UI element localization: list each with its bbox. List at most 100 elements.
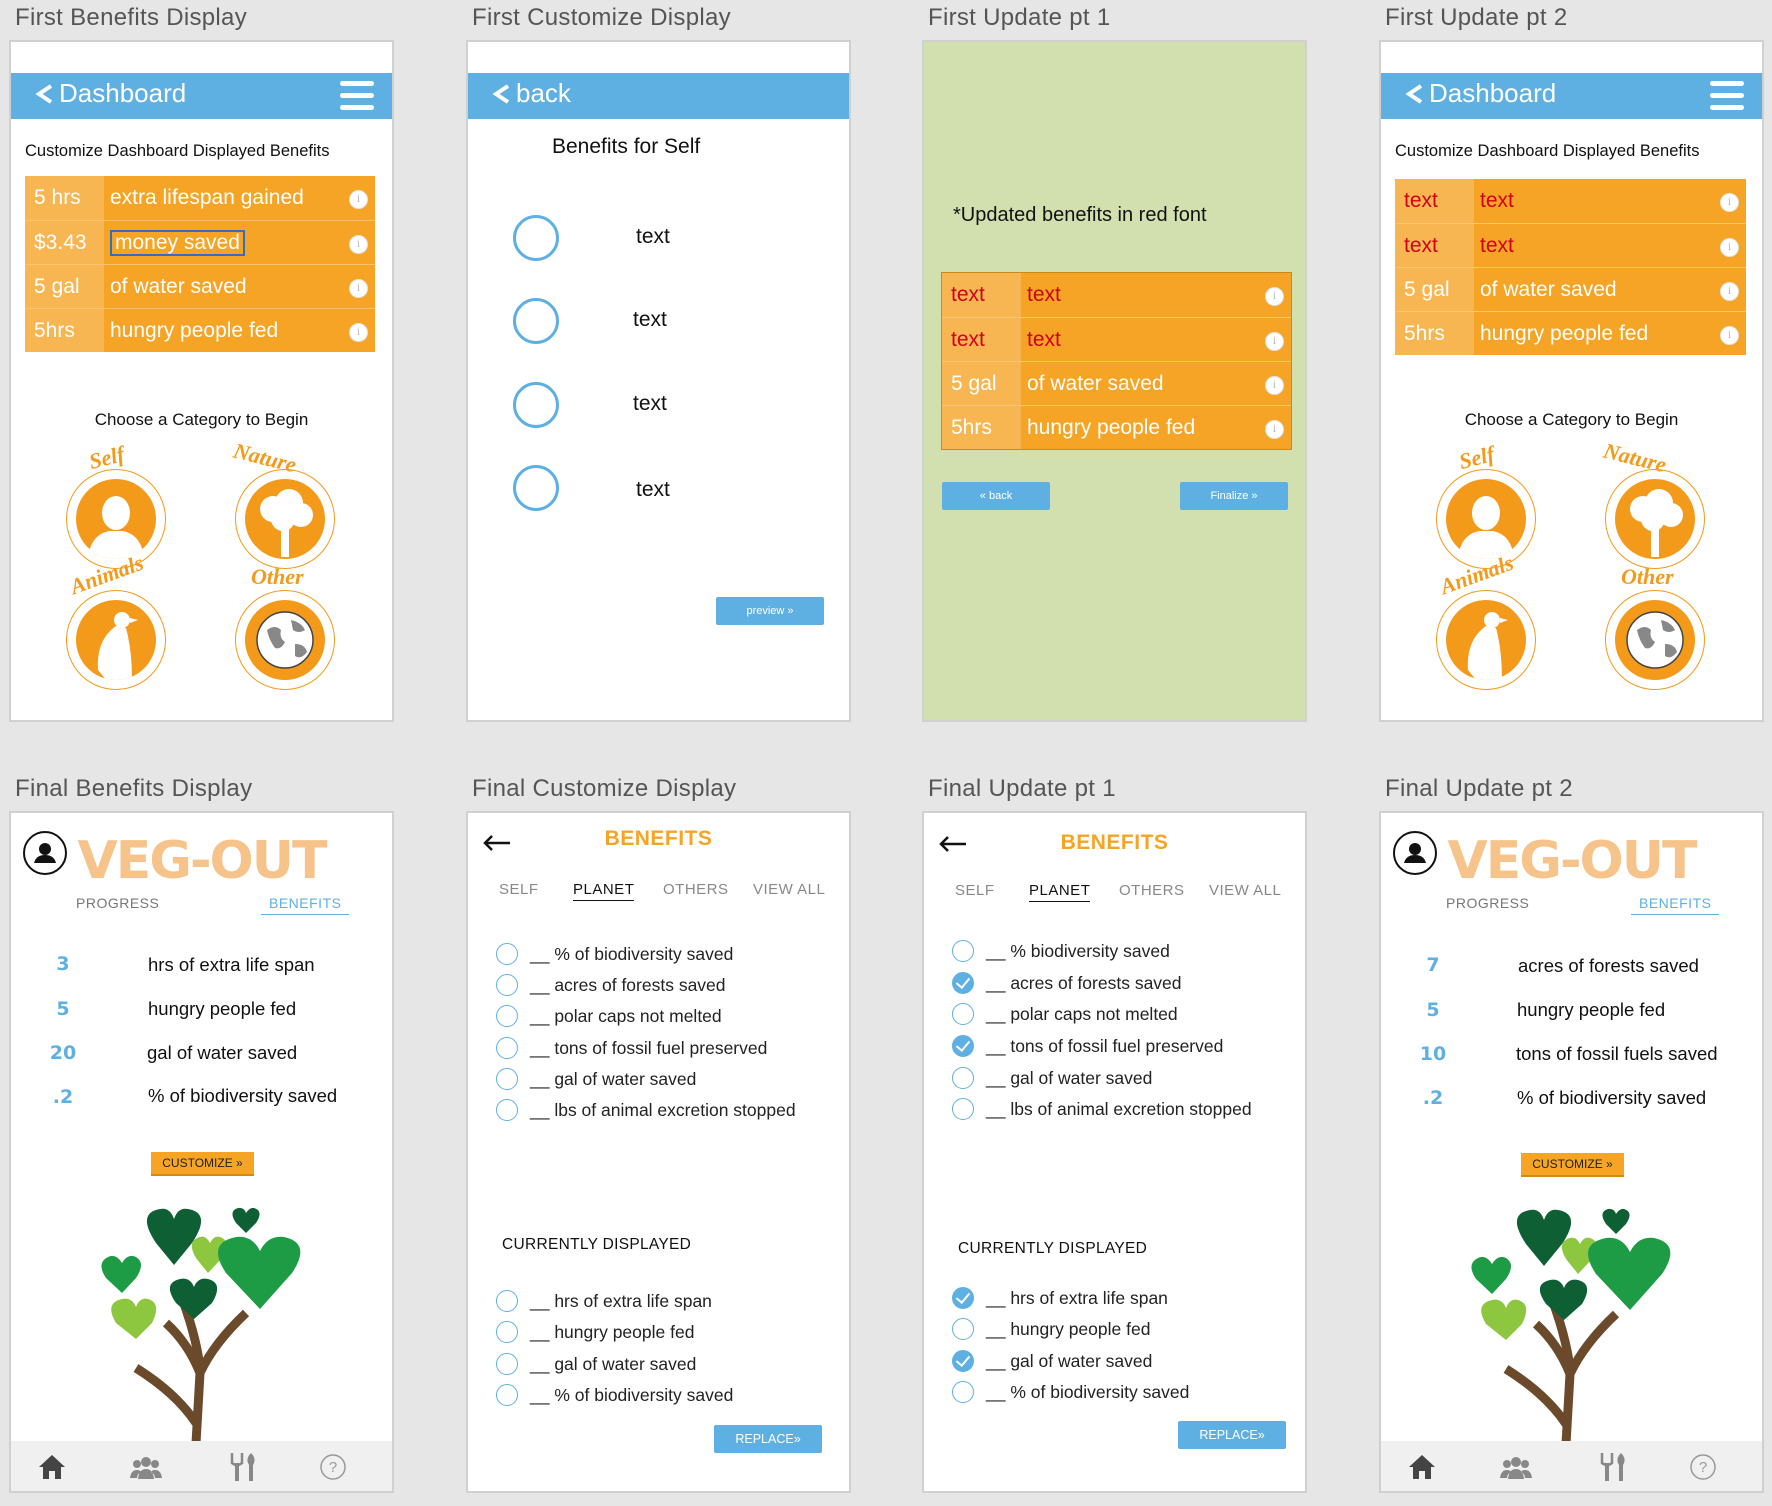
info-icon[interactable]: i	[1265, 287, 1284, 306]
option-row[interactable]: __ polar caps not melted	[952, 1001, 1178, 1027]
option-checkbox[interactable]	[496, 1099, 518, 1121]
benefit-row[interactable]: text text i	[942, 273, 1291, 317]
option-checkbox[interactable]	[496, 943, 518, 965]
option-checkbox[interactable]	[496, 1068, 518, 1090]
current-row[interactable]: __ hungry people fed	[952, 1316, 1150, 1342]
info-icon[interactable]: i	[349, 190, 368, 209]
option-checkbox[interactable]	[952, 1003, 974, 1025]
option-checkbox-checked[interactable]	[952, 1035, 974, 1057]
option-row[interactable]: __ % biodiversity saved	[952, 938, 1170, 964]
option-row[interactable]: __ acres of forests saved	[952, 970, 1182, 996]
help-icon[interactable]: ?	[1686, 1451, 1720, 1483]
option-row[interactable]: __ acres of forests saved	[496, 972, 726, 998]
benefit-row[interactable]: $3.43 money saved i	[25, 220, 375, 264]
option-radio[interactable]	[513, 465, 559, 511]
replace-button[interactable]: REPLACE»	[1178, 1421, 1286, 1449]
current-checkbox-checked[interactable]	[952, 1350, 974, 1372]
benefit-row[interactable]: 5 gal of water saved i	[25, 264, 375, 308]
benefit-row[interactable]: 5hrs hungry people fed i	[25, 308, 375, 352]
tab-view-all[interactable]: VIEW ALL	[1209, 882, 1281, 899]
option-radio[interactable]	[513, 298, 559, 344]
current-row[interactable]: __ % of biodiversity saved	[496, 1382, 733, 1408]
preview-button[interactable]: preview »	[716, 597, 824, 625]
current-row[interactable]: __ gal of water saved	[952, 1348, 1152, 1374]
benefit-row[interactable]: text text i	[1395, 223, 1746, 267]
back-button[interactable]: « back	[942, 482, 1050, 510]
back-chevron-icon[interactable]	[35, 83, 53, 105]
back-link[interactable]: back	[516, 78, 571, 109]
benefit-row[interactable]: 5 hrs extra lifespan gained i	[25, 176, 375, 220]
option-row[interactable]: __ gal of water saved	[496, 1066, 696, 1092]
tab-self[interactable]: SELF	[499, 881, 539, 898]
option-checkbox[interactable]	[496, 1037, 518, 1059]
option-row[interactable]: __ lbs of animal excretion stopped	[496, 1097, 796, 1123]
food-icon[interactable]	[227, 1451, 261, 1483]
option-row[interactable]: __ tons of fossil fuel preserved	[496, 1035, 767, 1061]
tab-progress[interactable]: PROGRESS	[76, 895, 159, 911]
hamburger-menu-icon[interactable]	[1710, 81, 1744, 111]
option-row[interactable]: __ lbs of animal excretion stopped	[952, 1096, 1252, 1122]
option-checkbox[interactable]	[952, 1098, 974, 1120]
dashboard-link[interactable]: Dashboard	[59, 78, 186, 109]
benefit-row[interactable]: 5 gal of water saved i	[1395, 267, 1746, 311]
info-icon[interactable]: i	[349, 235, 368, 254]
info-icon[interactable]: i	[1720, 326, 1739, 345]
finalize-button[interactable]: Finalize »	[1180, 482, 1288, 510]
current-row[interactable]: __ hrs of extra life span	[952, 1285, 1168, 1311]
option-row[interactable]: __ gal of water saved	[952, 1065, 1152, 1091]
current-row[interactable]: __ gal of water saved	[496, 1351, 696, 1377]
hamburger-menu-icon[interactable]	[340, 81, 374, 111]
current-row[interactable]: __ hungry people fed	[496, 1319, 694, 1345]
option-checkbox[interactable]	[496, 1005, 518, 1027]
home-icon[interactable]	[35, 1451, 69, 1483]
info-icon[interactable]: i	[349, 279, 368, 298]
current-checkbox[interactable]	[496, 1384, 518, 1406]
category-nature-button[interactable]	[235, 469, 335, 569]
info-icon[interactable]: i	[1720, 193, 1739, 212]
benefit-row[interactable]: 5 gal of water saved i	[942, 361, 1291, 405]
benefit-row[interactable]: 5hrs hungry people fed i	[1395, 311, 1746, 355]
tab-progress[interactable]: PROGRESS	[1446, 895, 1529, 911]
benefit-row[interactable]: text text i	[1395, 179, 1746, 223]
option-radio[interactable]	[513, 215, 559, 261]
tab-planet[interactable]: PLANET	[573, 881, 635, 901]
option-checkbox[interactable]	[496, 974, 518, 996]
tab-benefits[interactable]: BENEFITS	[1631, 895, 1720, 915]
community-icon[interactable]	[1499, 1451, 1533, 1483]
current-checkbox[interactable]	[496, 1321, 518, 1343]
current-checkbox[interactable]	[952, 1318, 974, 1340]
current-row[interactable]: __ hrs of extra life span	[496, 1288, 712, 1314]
info-icon[interactable]: i	[1265, 420, 1284, 439]
category-animals-button[interactable]	[1436, 590, 1536, 690]
option-checkbox[interactable]	[952, 940, 974, 962]
customize-button[interactable]: CUSTOMIZE »	[1521, 1153, 1624, 1177]
info-icon[interactable]: i	[1720, 282, 1739, 301]
option-row[interactable]: __ polar caps not melted	[496, 1003, 722, 1029]
customize-button[interactable]: CUSTOMIZE »	[151, 1152, 254, 1176]
back-chevron-icon[interactable]	[1405, 83, 1423, 105]
current-checkbox[interactable]	[496, 1290, 518, 1312]
category-self-button[interactable]	[66, 469, 166, 569]
tab-planet[interactable]: PLANET	[1029, 882, 1091, 902]
replace-button[interactable]: REPLACE»	[714, 1425, 822, 1453]
current-checkbox[interactable]	[952, 1381, 974, 1403]
info-icon[interactable]: i	[1720, 238, 1739, 257]
benefit-row[interactable]: text text i	[942, 317, 1291, 361]
current-checkbox-checked[interactable]	[952, 1287, 974, 1309]
home-icon[interactable]	[1405, 1451, 1439, 1483]
tab-view-all[interactable]: VIEW ALL	[753, 881, 825, 898]
tab-self[interactable]: SELF	[955, 882, 995, 899]
option-row[interactable]: __ tons of fossil fuel preserved	[952, 1033, 1223, 1059]
option-checkbox[interactable]	[952, 1067, 974, 1089]
tab-others[interactable]: OTHERS	[663, 881, 729, 898]
community-icon[interactable]	[129, 1451, 163, 1483]
benefit-row[interactable]: 5hrs hungry people fed i	[942, 405, 1291, 449]
info-icon[interactable]: i	[1265, 332, 1284, 351]
back-chevron-icon[interactable]	[492, 83, 510, 105]
category-other-button[interactable]	[235, 590, 335, 690]
category-nature-button[interactable]	[1605, 469, 1705, 569]
tab-others[interactable]: OTHERS	[1119, 882, 1185, 899]
option-radio[interactable]	[513, 382, 559, 428]
benefit-text-selected[interactable]: money saved	[110, 229, 245, 256]
current-checkbox[interactable]	[496, 1353, 518, 1375]
